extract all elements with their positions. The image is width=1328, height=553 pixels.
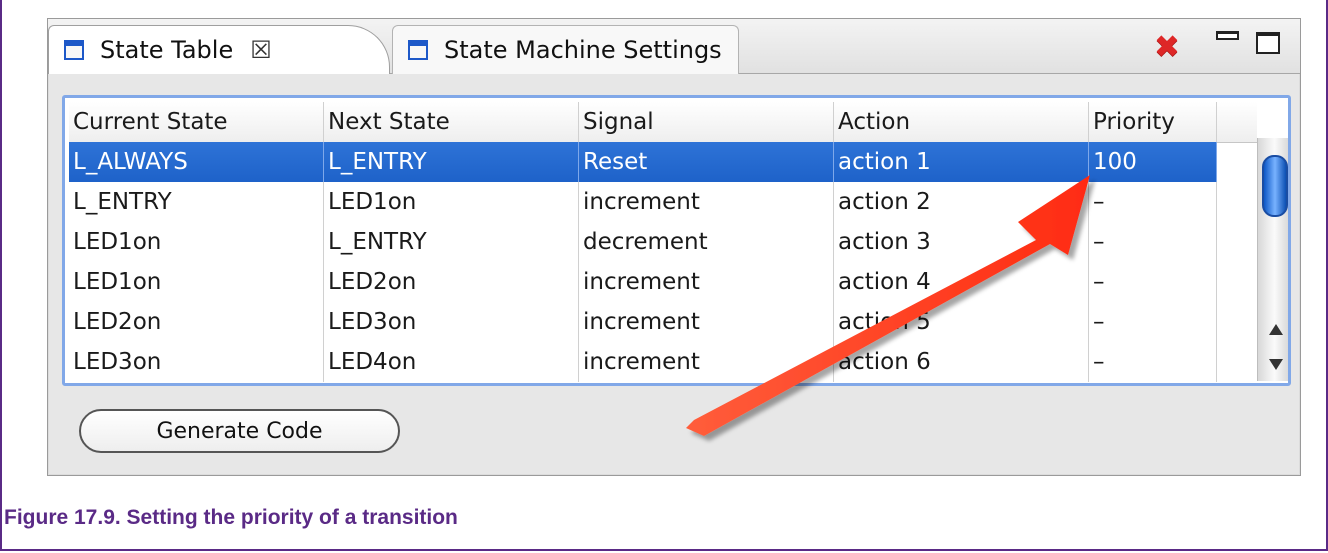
scroll-up-icon[interactable] <box>1269 324 1283 335</box>
vertical-scrollbar[interactable] <box>1257 138 1288 381</box>
current-state-cell[interactable]: LED2on <box>69 302 324 342</box>
maximize-icon[interactable] <box>1256 32 1280 54</box>
column-action[interactable]: Action <box>834 102 1089 142</box>
state-table: Current State Next State Signal Action P… <box>62 95 1291 386</box>
scroll-down-icon[interactable] <box>1269 359 1283 370</box>
window-controls: ✖ <box>1154 31 1286 63</box>
current-state-cell[interactable]: LED3on <box>69 342 324 382</box>
state-table-panel: State Table ☒ State Machine Settings ✖ C… <box>47 18 1301 476</box>
table-row[interactable]: LED3on LED4on increment action 6 – <box>69 342 1217 382</box>
tab-label: State Table <box>100 36 234 64</box>
signal-cell[interactable]: decrement <box>579 222 834 262</box>
next-state-cell[interactable]: LED2on <box>324 262 579 302</box>
tab-state-machine-settings[interactable]: State Machine Settings <box>392 25 739 74</box>
current-state-cell[interactable]: LED1on <box>69 222 324 262</box>
priority-cell[interactable]: – <box>1089 182 1217 222</box>
current-state-cell[interactable]: L_ALWAYS <box>69 142 324 182</box>
action-cell[interactable]: action 4 <box>834 262 1089 302</box>
next-state-cell[interactable]: L_ENTRY <box>324 222 579 262</box>
signal-cell[interactable]: increment <box>579 302 834 342</box>
tab-label: State Machine Settings <box>444 36 722 64</box>
table-row[interactable]: LED2on LED3on increment action 5 – <box>69 302 1217 342</box>
signal-cell[interactable]: increment <box>579 262 834 302</box>
column-priority[interactable]: Priority <box>1089 102 1217 142</box>
tab-close-icon[interactable]: ☒ <box>250 38 272 62</box>
priority-cell[interactable]: 100 <box>1089 142 1217 182</box>
tab-bar: State Table ☒ State Machine Settings ✖ <box>48 19 1300 74</box>
column-current-state[interactable]: Current State <box>69 102 324 142</box>
priority-cell[interactable]: – <box>1089 342 1217 382</box>
signal-cell[interactable]: increment <box>579 342 834 382</box>
current-state-cell[interactable]: L_ENTRY <box>69 182 324 222</box>
action-cell[interactable]: action 6 <box>834 342 1089 382</box>
column-empty <box>1217 102 1257 142</box>
action-cell[interactable]: action 2 <box>834 182 1089 222</box>
next-state-cell[interactable]: L_ENTRY <box>324 142 579 182</box>
priority-cell[interactable]: – <box>1089 222 1217 262</box>
signal-cell[interactable]: increment <box>579 182 834 222</box>
priority-cell[interactable]: – <box>1089 262 1217 302</box>
current-state-cell[interactable]: LED1on <box>69 262 324 302</box>
signal-cell[interactable]: Reset <box>579 142 834 182</box>
scroll-thumb[interactable] <box>1262 155 1288 217</box>
figure-caption: Figure 17.9. Setting the priority of a t… <box>4 506 458 529</box>
action-cell[interactable]: action 3 <box>834 222 1089 262</box>
next-state-cell[interactable]: LED4on <box>324 342 579 382</box>
column-signal[interactable]: Signal <box>579 102 834 142</box>
table-header: Current State Next State Signal Action P… <box>69 102 1257 143</box>
column-next-state[interactable]: Next State <box>324 102 579 142</box>
minimize-icon[interactable] <box>1216 31 1239 40</box>
table-row[interactable]: L_ENTRY LED1on increment action 2 – <box>69 182 1217 222</box>
next-state-cell[interactable]: LED3on <box>324 302 579 342</box>
table-row[interactable]: LED1on L_ENTRY decrement action 3 – <box>69 222 1217 262</box>
next-state-cell[interactable]: LED1on <box>324 182 579 222</box>
table-row[interactable]: L_ALWAYS L_ENTRY Reset action 1 100 <box>69 142 1217 182</box>
action-cell[interactable]: action 5 <box>834 302 1089 342</box>
generate-code-button[interactable]: Generate Code <box>79 409 400 453</box>
table-row[interactable]: LED1on LED2on increment action 4 – <box>69 262 1217 302</box>
document-icon <box>408 40 428 60</box>
priority-cell[interactable]: – <box>1089 302 1217 342</box>
document-icon <box>64 40 84 60</box>
tab-state-table[interactable]: State Table ☒ <box>48 25 390 74</box>
action-cell[interactable]: action 1 <box>834 142 1089 182</box>
close-icon[interactable]: ✖ <box>1154 32 1180 63</box>
table-grid: Current State Next State Signal Action P… <box>69 102 1257 383</box>
